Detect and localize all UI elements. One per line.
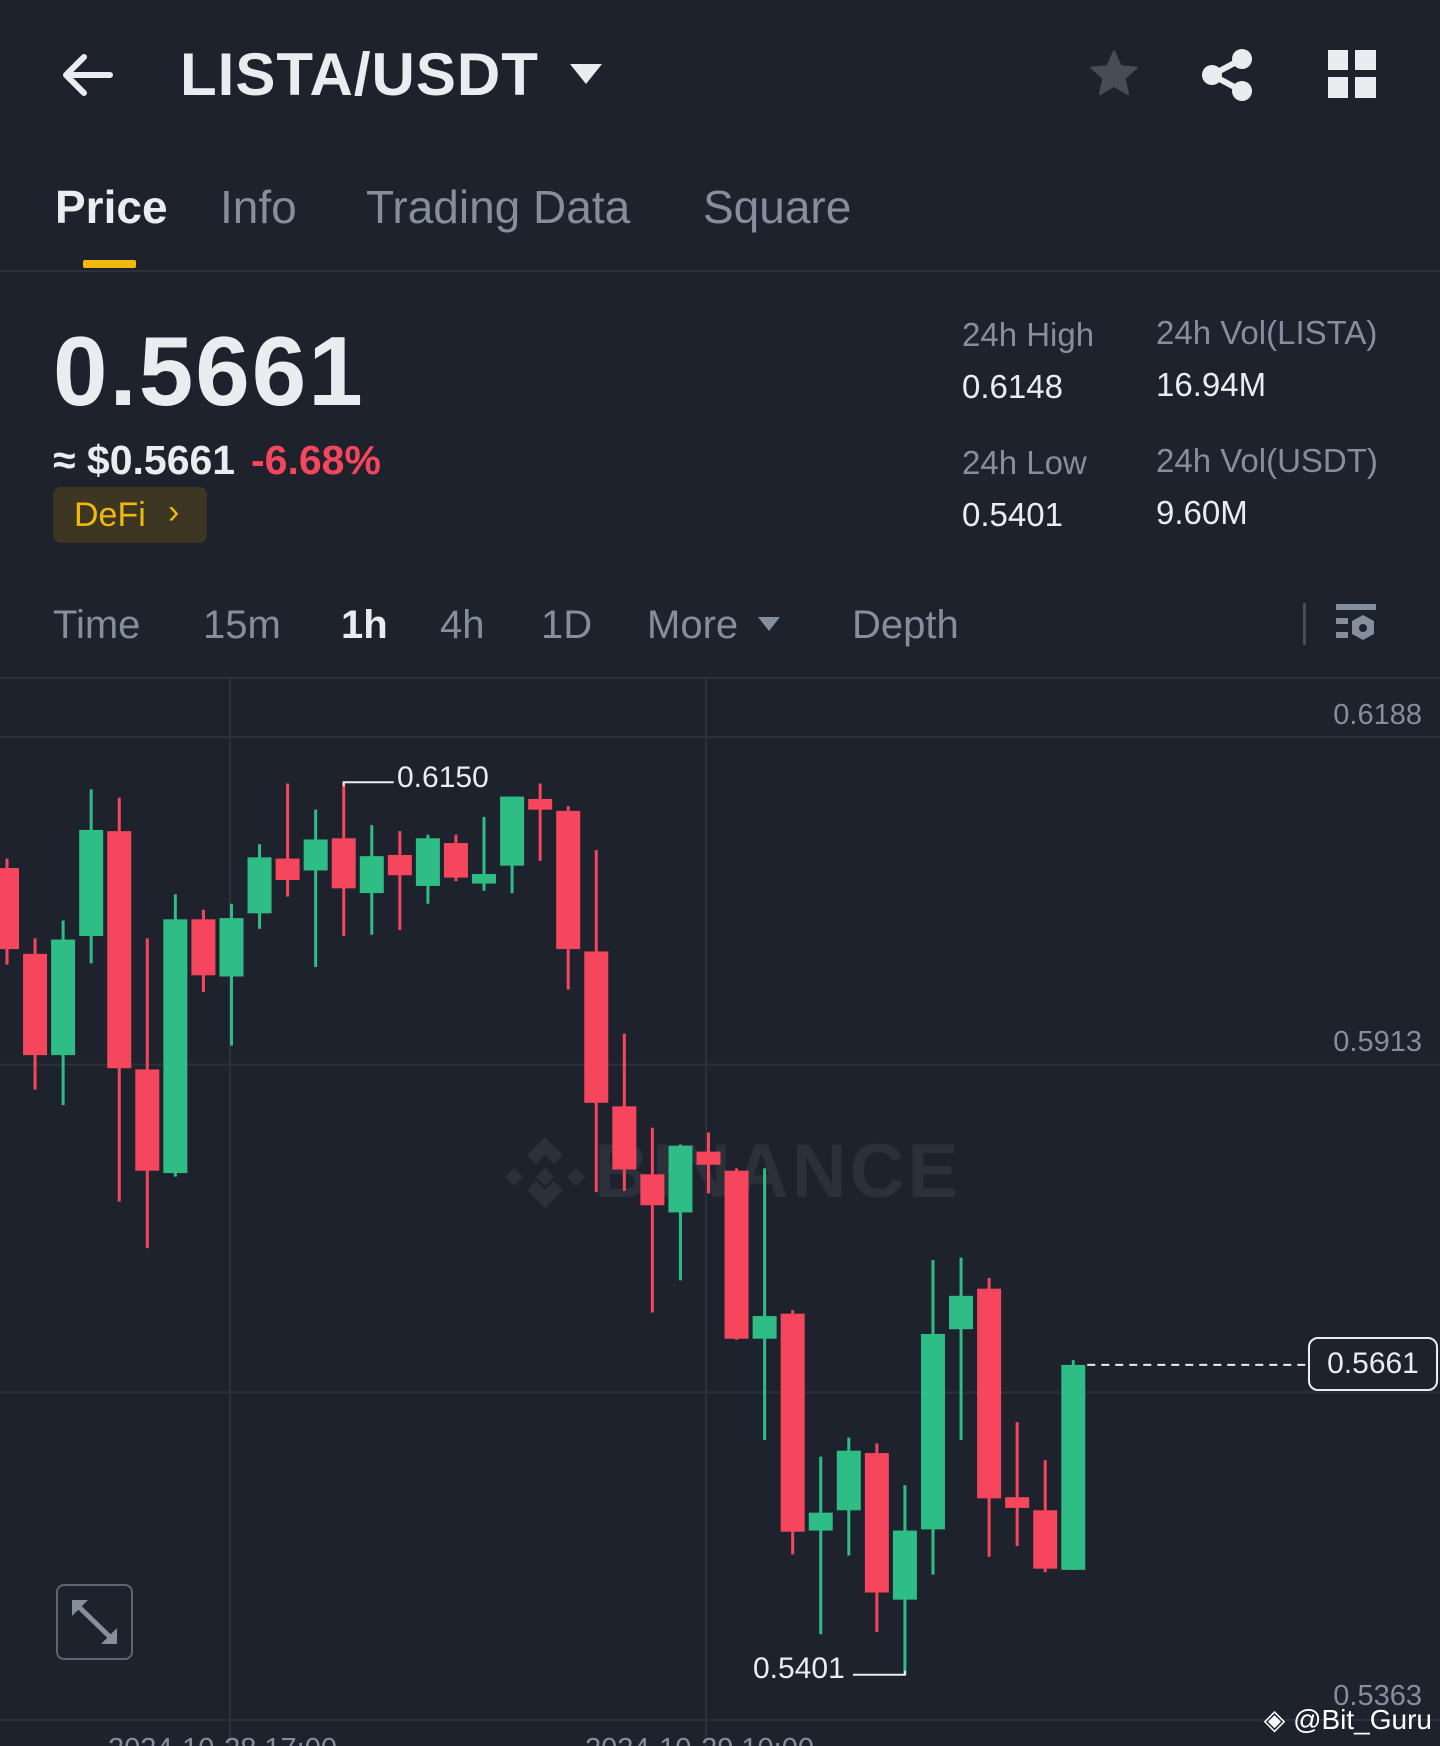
pair-title[interactable]: LISTA/USDT <box>180 40 539 109</box>
category-label: DeFi <box>74 496 146 534</box>
candle-down <box>640 1174 665 1206</box>
timeframe-1d[interactable]: 1D <box>541 603 592 648</box>
y-axis-label-mid: 0.5913 <box>1333 1026 1422 1058</box>
candle-down <box>1033 1510 1058 1569</box>
candle-up <box>51 939 76 1056</box>
favorite-button[interactable] <box>1087 47 1141 106</box>
timeframe-more[interactable]: More <box>647 603 738 648</box>
tab-trading-data[interactable]: Trading Data <box>366 180 630 234</box>
fiat-price: ≈ $0.5661 <box>53 437 236 483</box>
caret-down-icon <box>570 64 602 84</box>
vol-base-label: 24h Vol(LISTA) <box>1156 314 1378 351</box>
layout-grid-button[interactable] <box>1328 50 1376 103</box>
candle-up <box>79 829 104 936</box>
candle-down <box>275 858 300 880</box>
chart-settings-icon <box>1336 604 1376 640</box>
candle-up <box>359 856 384 894</box>
timeframe-4h[interactable]: 4h <box>440 603 485 648</box>
candle-up <box>892 1530 917 1600</box>
candle-up <box>163 919 188 1174</box>
candle-down <box>387 854 412 876</box>
candle-down <box>584 951 609 1103</box>
candle-down <box>612 1106 637 1170</box>
candle-up <box>500 796 525 866</box>
back-button[interactable] <box>58 50 118 100</box>
candle-down <box>977 1288 1002 1499</box>
grid-icon <box>1328 50 1376 98</box>
candle-up <box>247 857 272 914</box>
pair-dropdown-button[interactable] <box>568 62 604 91</box>
candle-down <box>556 810 581 950</box>
binance-logo-icon: ◈ <box>1263 1704 1286 1735</box>
candle-up <box>920 1333 945 1530</box>
candle-up <box>219 918 244 977</box>
candle-down <box>0 868 19 950</box>
low-marker-label: 0.5401 <box>753 1652 845 1685</box>
candle-up <box>808 1512 833 1531</box>
last-price: 0.5661 <box>53 316 365 426</box>
candle-down <box>107 831 132 1069</box>
tab-square[interactable]: Square <box>703 180 851 234</box>
tab-price[interactable]: Price <box>55 180 168 234</box>
y-axis-label-top: 0.6188 <box>1333 699 1422 731</box>
candle-down <box>1005 1497 1030 1508</box>
tab-info[interactable]: Info <box>220 180 297 234</box>
candle-up <box>1061 1364 1086 1570</box>
high-marker-label: 0.6150 <box>397 761 489 794</box>
low-label: 24h Low <box>962 444 1087 481</box>
candle-up <box>303 839 328 871</box>
high-marker-line <box>342 781 394 787</box>
candle-up <box>752 1316 777 1339</box>
candle-down <box>724 1170 749 1339</box>
candle-up <box>668 1145 693 1213</box>
candle-down <box>23 953 48 1056</box>
credit-watermark: ◈ @Bit_Guru <box>1263 1704 1432 1735</box>
timeframe-1h[interactable]: 1h <box>341 603 388 648</box>
candle-down <box>443 843 468 878</box>
star-icon <box>1090 50 1138 96</box>
x-axis-label-2: 2024-10-29 10:00 <box>585 1733 814 1746</box>
fullscreen-button[interactable] <box>56 1584 133 1660</box>
share-button[interactable] <box>1200 47 1254 108</box>
candle-down <box>135 1069 160 1171</box>
back-arrow-icon <box>63 54 113 96</box>
timeframe-15m[interactable]: 15m <box>203 603 281 648</box>
timeframe-time[interactable]: Time <box>53 603 140 648</box>
candle-down <box>780 1313 805 1532</box>
toolbar-separator <box>1303 603 1306 645</box>
more-caret-down-icon <box>757 616 781 637</box>
share-icon <box>1202 49 1252 101</box>
current-price-tag: 0.5661 <box>1308 1337 1438 1391</box>
candle-up <box>415 838 440 886</box>
low-value: 0.5401 <box>962 496 1063 533</box>
vol-quote-label: 24h Vol(USDT) <box>1156 442 1378 479</box>
vol-quote-value: 9.60M <box>1156 494 1248 531</box>
expand-icon <box>72 1600 117 1644</box>
chart-settings-button[interactable] <box>1334 602 1378 651</box>
candle-down <box>331 838 356 889</box>
price-change-percent: -6.68% <box>251 437 381 483</box>
x-axis-label-1: 2024-10-28 17:00 <box>108 1733 337 1746</box>
candle-down <box>191 919 216 976</box>
timeframe-depth[interactable]: Depth <box>852 603 959 648</box>
high-label: 24h High <box>962 316 1095 353</box>
active-tab-indicator <box>83 260 136 268</box>
candlestick-chart[interactable] <box>0 678 1440 1746</box>
candle-up <box>836 1450 861 1511</box>
candle-down <box>864 1453 889 1593</box>
candle-up <box>949 1295 974 1330</box>
high-value: 0.6148 <box>962 368 1063 405</box>
tabs-divider <box>0 270 1440 272</box>
low-marker-line <box>852 1670 906 1676</box>
chevron-right-icon: › <box>168 493 180 531</box>
category-badge[interactable]: DeFi › <box>53 487 207 543</box>
candle-down <box>696 1151 721 1165</box>
vol-base-value: 16.94M <box>1156 366 1267 403</box>
candle-up <box>472 874 497 884</box>
candle-down <box>528 798 553 810</box>
